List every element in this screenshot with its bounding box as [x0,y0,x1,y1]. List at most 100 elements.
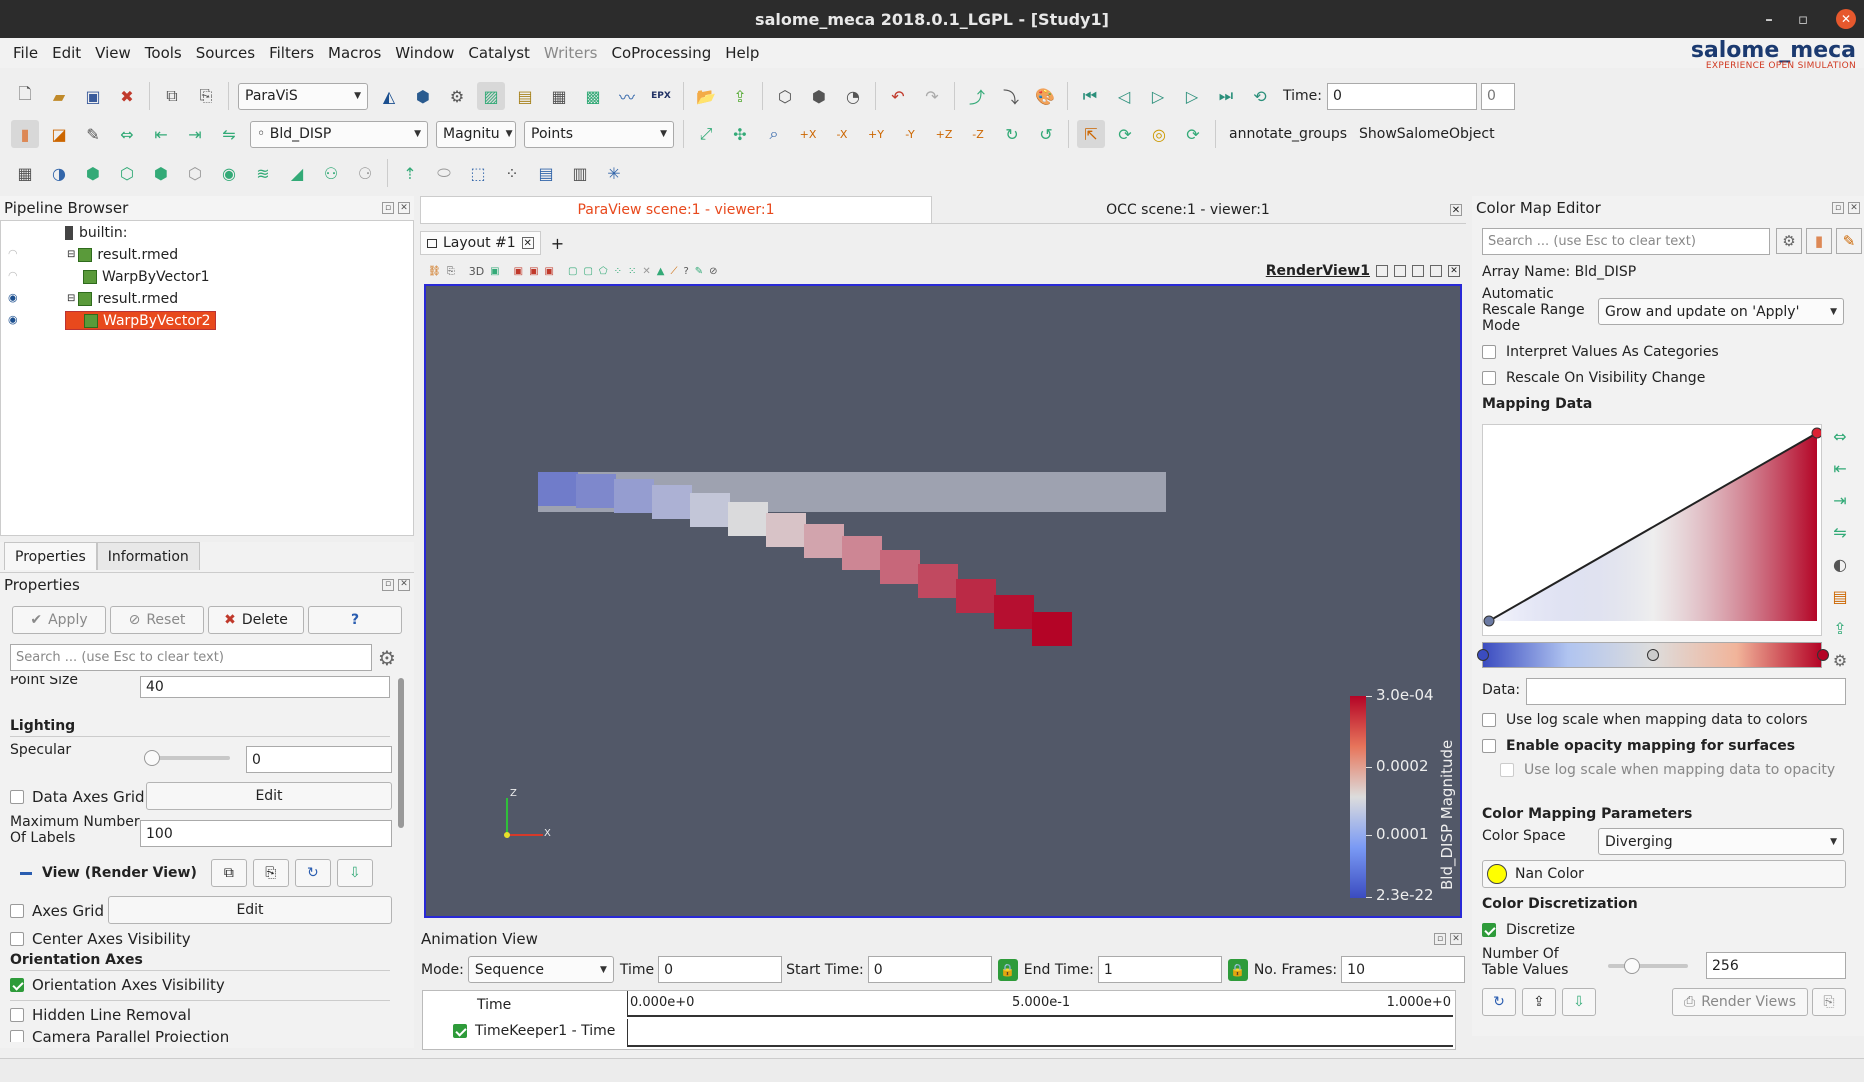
split-horizontal-icon[interactable] [1376,265,1388,277]
advanced-gear-icon[interactable]: ⚙ [1776,228,1802,254]
image-icon[interactable]: ▩ [579,82,607,110]
timestep-spinbox[interactable]: 0 [1480,82,1515,110]
pipeline-item-result-1[interactable]: ⊟ result.rmed [67,245,178,264]
view-minus-x-icon[interactable]: -X [828,120,856,148]
close-view-icon[interactable]: ✕ [1448,265,1460,277]
visibility-on-icon[interactable]: ◉ [8,291,18,304]
minimize-button[interactable]: – [1752,0,1786,38]
save-settings-icon[interactable]: ⇪ [1522,988,1556,1016]
module-selector[interactable]: ParaViS ▼ [238,82,368,110]
hidden-line-checkbox[interactable]: Hidden Line Removal [10,1006,191,1024]
select-points-icon[interactable]: ⁘ [498,159,526,187]
toggle-3d-button[interactable]: 3D [469,265,484,278]
float-icon[interactable]: ▫ [1832,202,1844,214]
timeline-ruler[interactable]: 0.000e+0 5.000e-1 1.000e+0 [627,991,1453,1017]
pick-center-icon[interactable]: ◎ [1145,120,1173,148]
save-icon[interactable]: ▣ [79,82,107,110]
hover-points-icon[interactable]: ⁘ [614,266,622,277]
clear-selection-icon[interactable]: ⊘ [709,266,717,277]
visibility-off-icon[interactable]: ◠ [8,269,18,282]
cube-icon[interactable]: ⬡ [771,82,799,110]
menu-tools[interactable]: Tools [138,44,189,62]
warp-icon[interactable]: ◢ [283,159,311,187]
tab-paraview-viewer[interactable]: ParaView scene:1 - viewer:1 [420,196,932,223]
lock-end-icon[interactable]: 🔒 [1227,958,1248,981]
rescale-custom-icon[interactable]: ⇤ [147,120,175,148]
last-frame-icon[interactable]: ⏭ [1212,82,1240,110]
close-viewer-icon[interactable]: ✕ [1450,204,1462,216]
auto-apply-icon[interactable]: ⎘ [1812,988,1846,1016]
menu-edit[interactable]: Edit [45,44,88,62]
colormap-settings-icon[interactable]: ⚙ [1826,646,1854,674]
new-file-icon[interactable]: 🗋 [11,82,39,110]
threshold-icon[interactable]: ⬢ [147,159,175,187]
apply-button[interactable]: ✔ Apply [12,606,106,634]
menu-catalyst[interactable]: Catalyst [461,44,536,62]
rescale-custom-icon[interactable]: ⇤ [1826,454,1854,482]
select-points-on-icon[interactable]: ▣ [529,266,538,277]
menu-file[interactable]: File [6,44,45,62]
mesh-icon[interactable]: ⬢ [409,82,437,110]
rescale-visible-icon[interactable]: ⇋ [215,120,243,148]
timer-icon[interactable]: ◔ [839,82,867,110]
undock-view-icon[interactable] [1430,265,1442,277]
float-icon[interactable]: ▫ [382,578,394,591]
load-settings-icon[interactable]: ⇩ [1562,988,1596,1016]
slice-icon[interactable]: ⬡ [113,159,141,187]
cube-alt-icon[interactable]: ⬢ [805,82,833,110]
view-minus-z-icon[interactable]: -Z [964,120,992,148]
open-data-icon[interactable]: 📂 [692,82,720,110]
film-icon[interactable]: ▦ [545,82,573,110]
save-defaults-icon[interactable]: ⇩ [336,859,373,887]
close-button[interactable]: ✕ [1836,9,1856,29]
menu-filters[interactable]: Filters [262,44,321,62]
play-icon[interactable]: ▷ [1144,82,1172,110]
contour-icon[interactable]: ◑ [45,159,73,187]
grow-selection-icon[interactable]: ✕ [642,266,650,277]
show-salome-object-button[interactable]: ShowSalomeObject [1359,126,1495,142]
edit-legend-icon[interactable]: ✎ [1836,228,1862,254]
query-icon[interactable]: ? [683,266,688,277]
plot-icon[interactable]: 〰 [613,82,641,110]
float-icon[interactable]: ▫ [382,202,394,214]
colorbar-toggle-icon[interactable]: ▮ [1806,228,1832,254]
reset-center-icon[interactable]: ⟳ [1179,120,1207,148]
time-input[interactable]: 0 [1326,82,1477,110]
menu-sources[interactable]: Sources [189,44,262,62]
advanced-gear-icon[interactable]: ⚙ [378,646,396,670]
track-timekeeper[interactable]: TimeKeeper1 - Time [453,1023,615,1039]
pipeline-item-warp-2[interactable]: WarpByVector2 [65,311,216,330]
calculator-icon[interactable]: ▦ [11,159,39,187]
render-viewport[interactable]: 3.0e-04 0.0002 0.0001 2.3e-22 Bld_DISP M… [424,284,1462,918]
end-time-input[interactable]: 1 [1097,956,1222,983]
select-cells-on-icon[interactable]: ▣ [514,266,523,277]
opacity-function-editor[interactable] [1482,424,1822,636]
opacity-mapping-checkbox[interactable]: Enable opacity mapping for surfaces [1482,738,1795,754]
camera-redo-icon[interactable]: ⤵ [997,82,1025,110]
menu-writers[interactable]: Writers [537,44,605,62]
extract-level-icon[interactable]: ⚆ [351,159,379,187]
component-selector[interactable]: Magnitu ▼ [436,120,516,148]
animation-mode-selector[interactable]: Sequence ▼ [467,956,614,983]
epx-icon[interactable]: EPX [647,82,675,110]
restore-defaults-icon[interactable]: ↻ [294,859,331,887]
view-plus-x-icon[interactable]: +X [794,120,822,148]
color-legend-icon[interactable]: ◪ [45,120,73,148]
camera-undo-icon[interactable]: ⤴ [963,82,991,110]
select-block-icon[interactable]: ▢ [568,266,577,277]
float-icon[interactable]: ▫ [1434,933,1446,945]
reset-camera-icon[interactable]: ⤢ [692,120,720,148]
rescale-temporal-icon[interactable]: ⇥ [1826,486,1854,514]
view-plus-y-icon[interactable]: +Y [862,120,890,148]
close-panel-icon[interactable]: ✕ [398,202,410,214]
save-preset-icon[interactable]: ⇪ [1826,614,1854,642]
polygon-select-icon[interactable]: ⬠ [599,266,608,277]
menu-coprocessing[interactable]: CoProcessing [605,44,719,62]
split-vertical-icon[interactable] [1394,265,1406,277]
properties-search-input[interactable]: Search ... (use Esc to clear text) [10,644,372,671]
close-panel-icon[interactable]: ✕ [1450,933,1462,945]
timeline-track[interactable] [627,1019,1453,1047]
ellipse-icon[interactable]: ⬭ [430,159,458,187]
invert-icon[interactable]: ◐ [1826,550,1854,578]
table-values-input[interactable]: 256 [1706,952,1846,979]
